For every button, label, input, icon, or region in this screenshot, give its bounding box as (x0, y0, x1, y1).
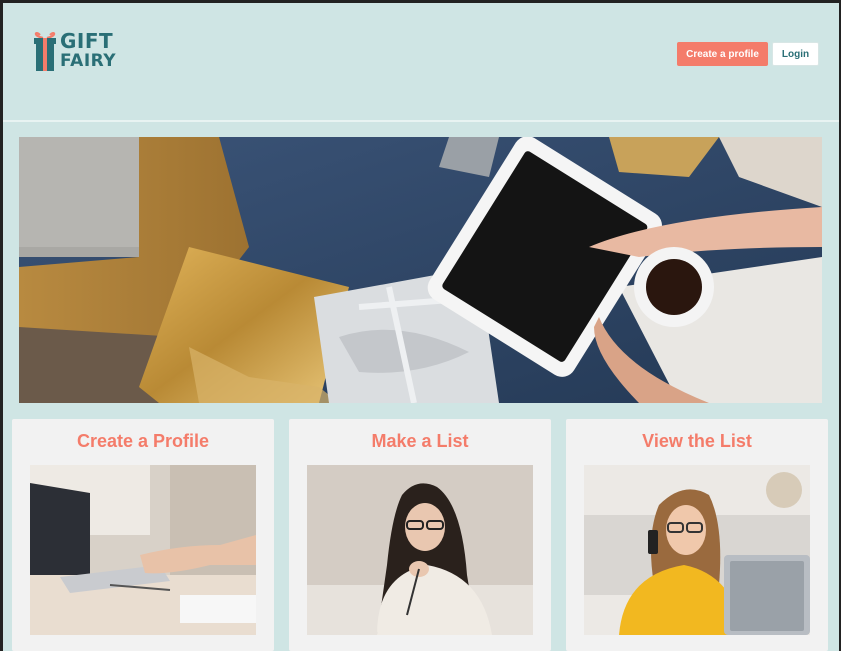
card-title: Create a Profile (76, 431, 210, 451)
site-header: GIFT FAIRY Create a profile Login (3, 3, 839, 121)
header-divider (3, 120, 839, 122)
writing-woman-photo (307, 465, 533, 635)
app-window: GIFT FAIRY Create a profile Login Create… (3, 3, 839, 651)
card-title: Make a List (371, 431, 469, 451)
brand-name: GIFT FAIRY (60, 31, 116, 71)
card-create-profile[interactable]: Create a Profile (12, 419, 274, 651)
logo[interactable]: GIFT FAIRY (33, 29, 116, 73)
brand-line2: FAIRY (60, 51, 117, 71)
card-view-list[interactable]: View the List (566, 419, 828, 651)
gift-box-icon (33, 29, 57, 73)
card-title: View the List (642, 431, 752, 451)
card-make-list[interactable]: Make a List (289, 419, 551, 651)
phone-call-woman-photo (584, 465, 810, 635)
laptop-photo (30, 465, 256, 635)
brand-line1: GIFT (60, 29, 114, 53)
hero-image (19, 137, 822, 403)
create-profile-button[interactable]: Create a profile (677, 42, 768, 66)
login-button[interactable]: Login (772, 42, 819, 66)
